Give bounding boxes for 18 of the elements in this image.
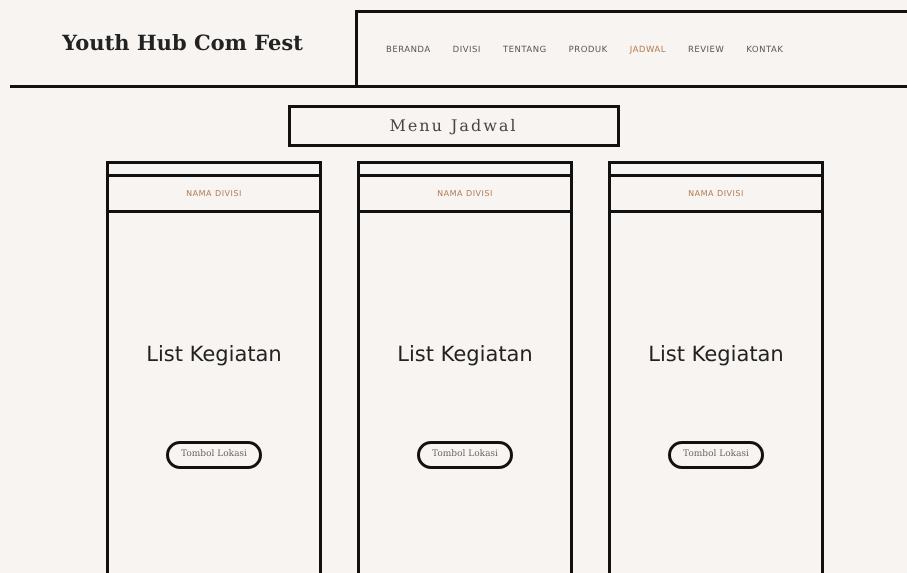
nav-link[interactable]: DIVISI [452,44,481,56]
division-name: NAMA DIVISI [437,188,493,200]
nav-link[interactable]: JADWAL [630,44,666,56]
activity-list-text: List Kegiatan [648,340,784,368]
nav-link[interactable]: KONTAK [746,44,784,56]
nav-link[interactable]: PRODUK [568,44,608,56]
location-button[interactable]: Tombol Lokasi [417,441,513,469]
location-button[interactable]: Tombol Lokasi [668,441,764,469]
nav-link[interactable]: TENTANG [502,44,547,56]
nav-link[interactable]: REVIEW [688,44,724,56]
nav-link[interactable]: BERANDA [386,44,431,56]
division-name: NAMA DIVISI [688,188,744,200]
division-name: NAMA DIVISI [186,188,242,200]
site-title: Youth Hub Com Fest [62,28,303,57]
activity-list-text: List Kegiatan [397,340,533,368]
location-button[interactable]: Tombol Lokasi [166,441,262,469]
section-title: Menu Jadwal [389,115,518,137]
activity-list-text: List Kegiatan [146,340,282,368]
